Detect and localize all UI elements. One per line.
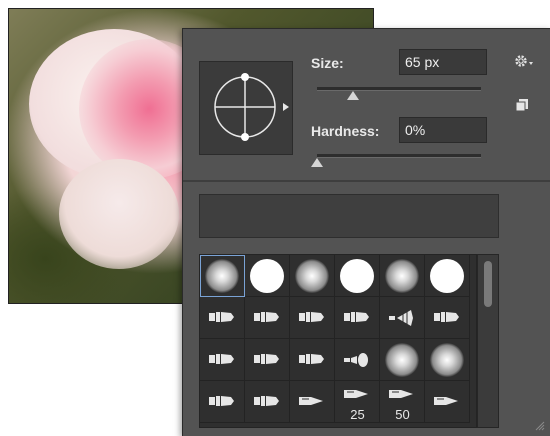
resize-grip-icon[interactable]: [533, 418, 545, 431]
brush-preset-cell[interactable]: [380, 255, 425, 297]
brush-preset-cell[interactable]: [290, 381, 335, 423]
rose-lower-petal: [59, 159, 179, 269]
brush-tip-preview-icon[interactable]: [199, 61, 293, 155]
brush-preset-cell[interactable]: [245, 297, 290, 339]
new-preset-icon[interactable]: [515, 98, 529, 112]
size-slider-track[interactable]: [317, 87, 481, 91]
brush-preset-cell[interactable]: [200, 339, 245, 381]
brush-preset-cell[interactable]: 50: [380, 381, 425, 423]
brush-preset-cell[interactable]: [290, 297, 335, 339]
size-label: Size:: [311, 55, 344, 71]
size-field[interactable]: 65 px: [399, 49, 487, 75]
brush-preset-cell[interactable]: [425, 297, 470, 339]
brush-preset-cell[interactable]: [200, 297, 245, 339]
brush-size-label: 25: [350, 407, 365, 422]
brush-preset-cell[interactable]: [380, 297, 425, 339]
hardness-field[interactable]: 0%: [399, 117, 487, 143]
size-slider-thumb[interactable]: [347, 91, 360, 100]
brush-tip-icon: [209, 310, 235, 329]
brush-preset-cell[interactable]: 25: [335, 381, 380, 423]
brush-preset-cell[interactable]: [335, 297, 380, 339]
brush-preset-grid: 25 50: [199, 254, 477, 428]
preset-search-field[interactable]: [199, 194, 499, 238]
soft-round-brush-icon: [385, 343, 419, 377]
brush-tip-icon: [254, 394, 280, 413]
gear-icon[interactable]: [513, 52, 535, 70]
hard-round-brush-icon: [340, 259, 374, 293]
brush-preset-cell[interactable]: [200, 255, 245, 297]
brush-preset-cell[interactable]: [425, 255, 470, 297]
brush-tip-icon: [299, 352, 325, 371]
brush-preset-cell[interactable]: [425, 381, 470, 423]
soft-round-brush-icon: [205, 259, 239, 293]
brush-preset-cell[interactable]: [335, 255, 380, 297]
pencil-tip-icon: [299, 394, 325, 412]
brush-preset-cell[interactable]: [290, 255, 335, 297]
pencil-tip-icon: [389, 387, 415, 405]
brush-preset-cell[interactable]: [335, 339, 380, 381]
brush-tip-icon: [209, 394, 235, 413]
brush-preset-cell[interactable]: [245, 339, 290, 381]
brush-preset-panel: Size: 65 px Hardness: 0% 25 50: [182, 28, 550, 436]
brush-preset-cell[interactable]: [200, 381, 245, 423]
hard-round-brush-icon: [250, 259, 284, 293]
soft-round-brush-icon: [430, 343, 464, 377]
hardness-slider-thumb[interactable]: [311, 158, 323, 167]
brush-preset-cell[interactable]: [245, 255, 290, 297]
scrollbar-thumb[interactable]: [484, 261, 492, 307]
brush-tip-icon: [299, 310, 325, 329]
brush-preset-cell[interactable]: [245, 381, 290, 423]
brush-preset-cell[interactable]: [380, 339, 425, 381]
fan-brush-icon: [389, 310, 415, 331]
brush-preset-cell[interactable]: [290, 339, 335, 381]
panel-divider: [183, 180, 550, 182]
pencil-tip-icon: [344, 387, 370, 405]
brush-preset-cell[interactable]: [425, 339, 470, 381]
brush-tip-icon: [254, 352, 280, 371]
brush-tip-icon: [209, 352, 235, 371]
round-brush-icon: [344, 352, 370, 373]
brush-tip-icon: [434, 310, 460, 329]
pencil-tip-icon: [434, 394, 460, 412]
soft-round-brush-icon: [295, 259, 329, 293]
brush-tip-icon: [254, 310, 280, 329]
preset-scrollbar[interactable]: [477, 254, 499, 428]
hard-round-brush-icon: [430, 259, 464, 293]
soft-round-brush-icon: [385, 259, 419, 293]
brush-tip-icon: [344, 310, 370, 329]
hardness-label: Hardness:: [311, 123, 380, 139]
brush-settings-area: Size: 65 px Hardness: 0%: [183, 29, 550, 179]
hardness-slider-track[interactable]: [317, 154, 481, 158]
brush-size-label: 50: [395, 407, 410, 422]
